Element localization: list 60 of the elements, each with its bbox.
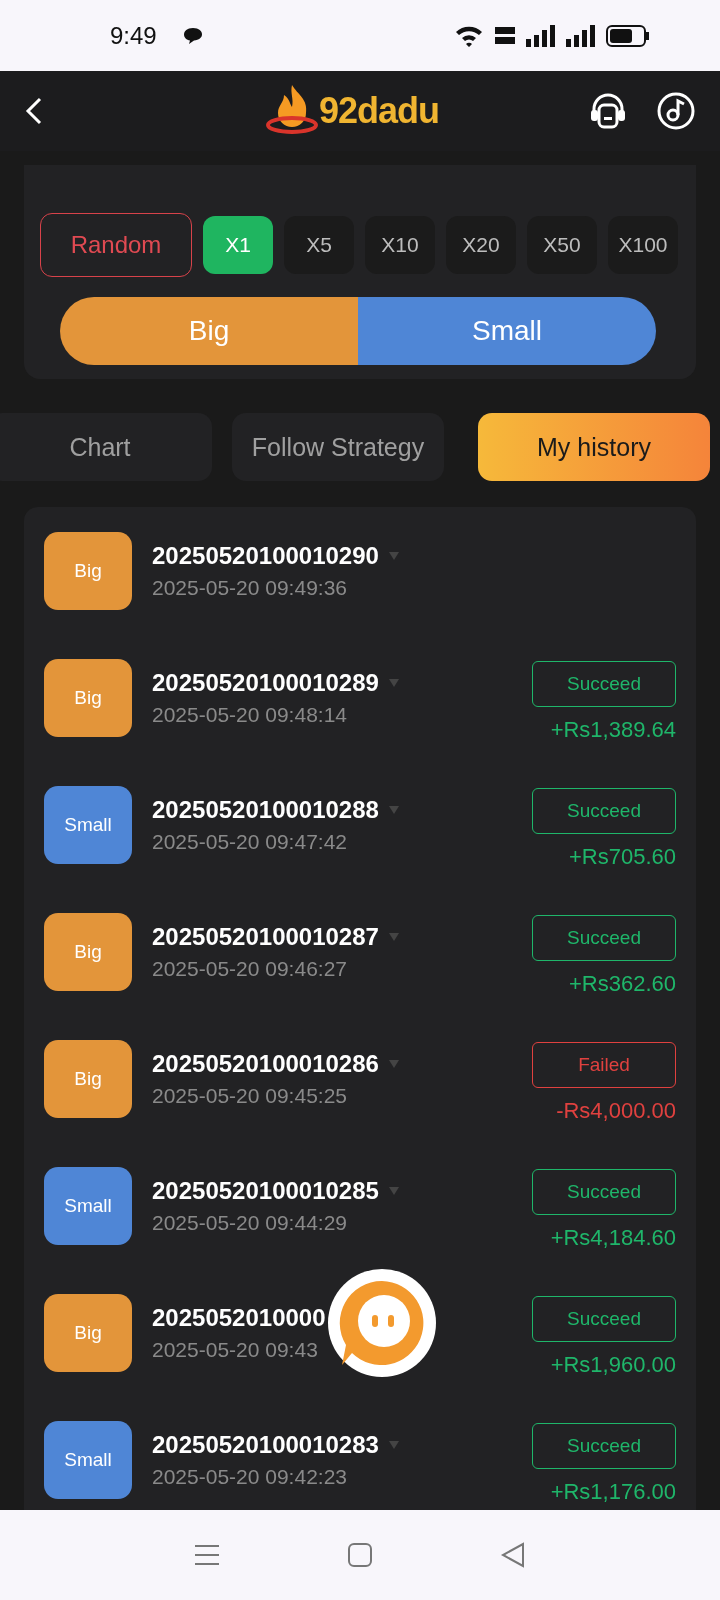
- multiplier-chip[interactable]: X100: [608, 216, 678, 274]
- multiplier-chip[interactable]: X5: [284, 216, 354, 274]
- period-number: 20250520100010289: [152, 668, 379, 697]
- amount: +Rs362.60: [568, 970, 676, 997]
- amount: +Rs1,389.64: [550, 716, 676, 743]
- bet-time: 2025-05-20 09:44:29: [152, 1210, 348, 1235]
- amount: +Rs705.60: [568, 843, 676, 870]
- bet-time: 2025-05-20 09:49:36: [152, 575, 348, 600]
- bet-badge: Big: [44, 658, 132, 737]
- message-icon: [182, 26, 203, 45]
- tab[interactable]: Follow Strategy: [232, 413, 444, 481]
- bet-time: 2025-05-20 09:43: [152, 1337, 319, 1362]
- bet-badge: Small: [44, 1420, 132, 1499]
- period-number: 20250520100010285: [152, 1176, 379, 1205]
- period-number: 2025052010000: [152, 1303, 326, 1332]
- period-number: 20250520100010286: [152, 1049, 379, 1078]
- period-number: 20250520100010283: [152, 1430, 379, 1459]
- logo-text: 92dadu: [319, 90, 440, 132]
- back-nav-icon[interactable]: [500, 1542, 527, 1568]
- bet-time: 2025-05-20 09:42:23: [152, 1464, 348, 1489]
- bet-badge: Big: [44, 1293, 132, 1372]
- multiplier-chip[interactable]: X20: [446, 216, 516, 274]
- bet-badge: Small: [44, 785, 132, 864]
- multiplier-chip[interactable]: X10: [365, 216, 435, 274]
- period-number: 20250520100010288: [152, 795, 379, 824]
- signal-icon: [566, 24, 596, 47]
- status-badge: Failed: [532, 1041, 676, 1088]
- bet-time: 2025-05-20 09:46:27: [152, 956, 348, 981]
- menu-icon[interactable]: [193, 1543, 220, 1567]
- bet-badge: Big: [44, 912, 132, 991]
- battery-icon: [606, 24, 650, 47]
- bet-badge: Big: [44, 531, 132, 610]
- amount: +Rs4,184.60: [550, 1224, 676, 1251]
- music-icon[interactable]: [656, 91, 696, 131]
- tab[interactable]: My history: [478, 413, 710, 481]
- bet-time: 2025-05-20 09:48:14: [152, 702, 348, 727]
- bet-time: 2025-05-20 09:47:42: [152, 829, 348, 854]
- status-badge: Succeed: [532, 787, 676, 834]
- random-button[interactable]: Random: [40, 213, 192, 277]
- multiplier-chip[interactable]: X50: [527, 216, 597, 274]
- amount: -Rs4,000.00: [556, 1097, 676, 1124]
- status-badge: Succeed: [532, 1295, 676, 1342]
- period-number: 20250520100010287: [152, 922, 379, 951]
- status-badge: Succeed: [532, 1422, 676, 1469]
- status-time: 9:49: [110, 21, 157, 50]
- amount: +Rs1,176.00: [550, 1478, 676, 1505]
- tab[interactable]: Chart: [0, 413, 212, 481]
- headset-icon[interactable]: [588, 91, 628, 131]
- home-icon[interactable]: [347, 1542, 373, 1568]
- back-icon[interactable]: [24, 96, 44, 126]
- amount: +Rs1,960.00: [550, 1351, 676, 1378]
- bet-badge: Small: [44, 1166, 132, 1245]
- bet-time: 2025-05-20 09:45:25: [152, 1083, 348, 1108]
- bet-badge: Big: [44, 1039, 132, 1118]
- period-number: 20250520100010290: [152, 541, 379, 570]
- status-badge: Succeed: [532, 1168, 676, 1215]
- signal-icon: [526, 24, 556, 47]
- status-badge: Succeed: [532, 660, 676, 707]
- small-bet-button[interactable]: Small: [358, 297, 656, 365]
- status-badge: Succeed: [532, 914, 676, 961]
